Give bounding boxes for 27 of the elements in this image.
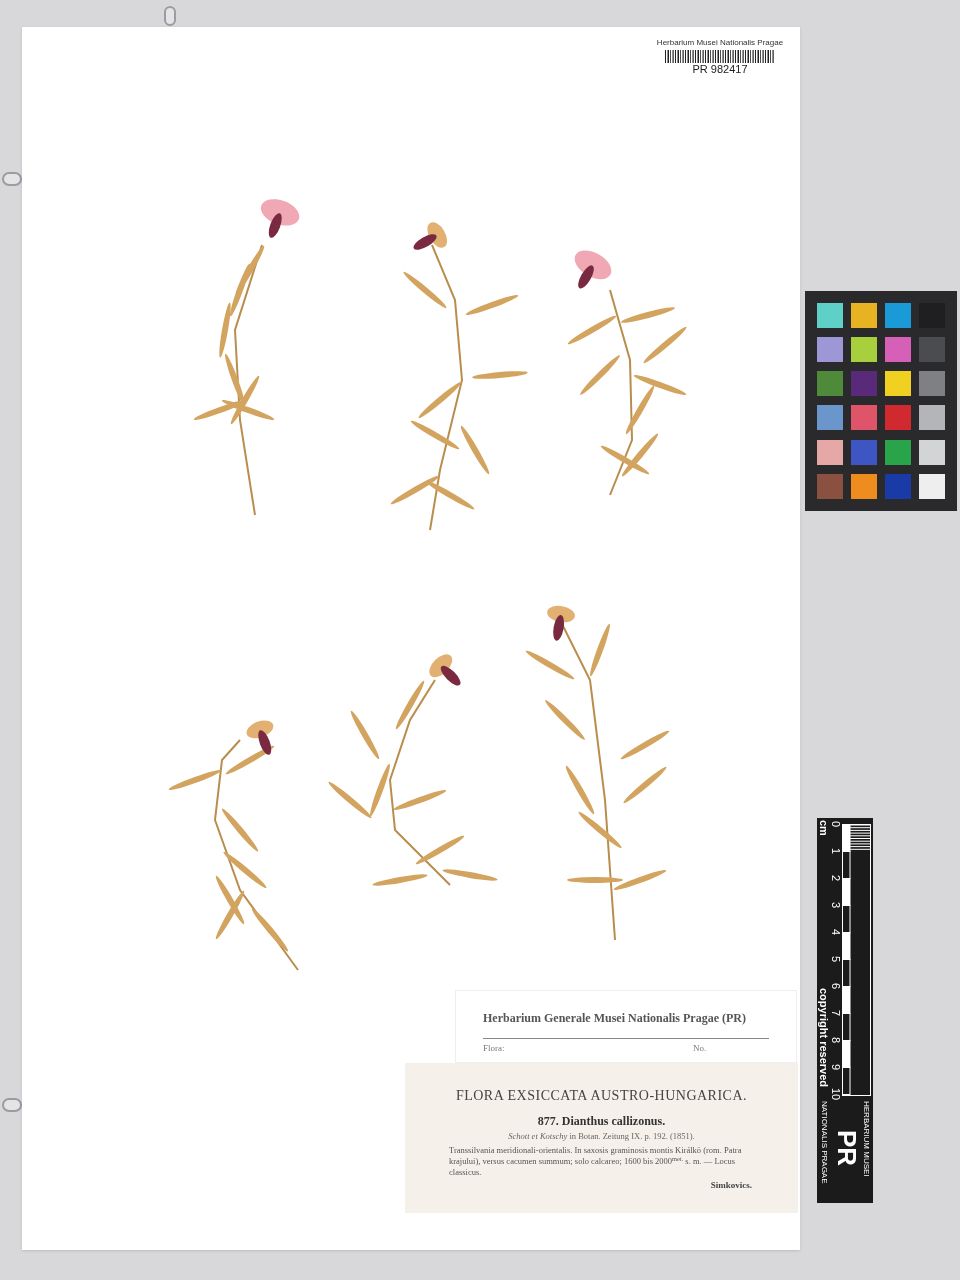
scale-number: 7 — [830, 1009, 842, 1017]
label-title: Herbarium Generale Musei Nationalis Pragae (PR) — [483, 1011, 747, 1026]
unit-label: cm — [818, 820, 830, 836]
scale-number: 1 — [830, 847, 842, 855]
clip-icon — [164, 6, 176, 26]
scale-number: 6 — [830, 982, 842, 990]
scale-number: 9 — [830, 1063, 842, 1071]
scale-number: 8 — [830, 1036, 842, 1044]
citation-text: Schott et Kotschy in Botan. Zeitung IX. p. 192. (1851). — [508, 1131, 695, 1142]
institution-text: HERBARIUM MUSEI — [862, 1101, 871, 1177]
taxon-name: 877. Dianthus callizonus. — [537, 1114, 666, 1128]
scale-number: 10 — [830, 1087, 842, 1101]
catalog-number: PR 982417 — [692, 63, 748, 76]
scale-number: 5 — [830, 955, 842, 963]
scale-number: 4 — [830, 928, 842, 936]
scale-number: 0 — [830, 820, 842, 828]
copyright-notice: copyright reserved — [818, 988, 830, 1088]
logo-text: PR — [833, 1130, 861, 1167]
institution-text: NATIONALIS PRAGAE — [820, 1101, 829, 1184]
institution-text: Herbarium Musei Nationalis Pragae — [656, 38, 784, 48]
scale-number: 2 — [830, 874, 842, 882]
field-label: No. — [693, 1042, 707, 1055]
series-title: FLORA EXSICCATA AUSTRO-HUNGARICA. — [455, 1088, 748, 1104]
locality-text: Transsilvania meridionali-orientalis. In saxosis graminosis montis Királkö (rom. Patra krajului), versus cacumen summum; solo calcareo; 1600 bis 2000$^{met.}$ s. m. — Locus classicus. — [449, 1145, 743, 1178]
scale-number: 3 — [830, 901, 842, 909]
collector-name: Simkovics. — [710, 1180, 752, 1191]
field-label: Flora: — [483, 1042, 506, 1055]
